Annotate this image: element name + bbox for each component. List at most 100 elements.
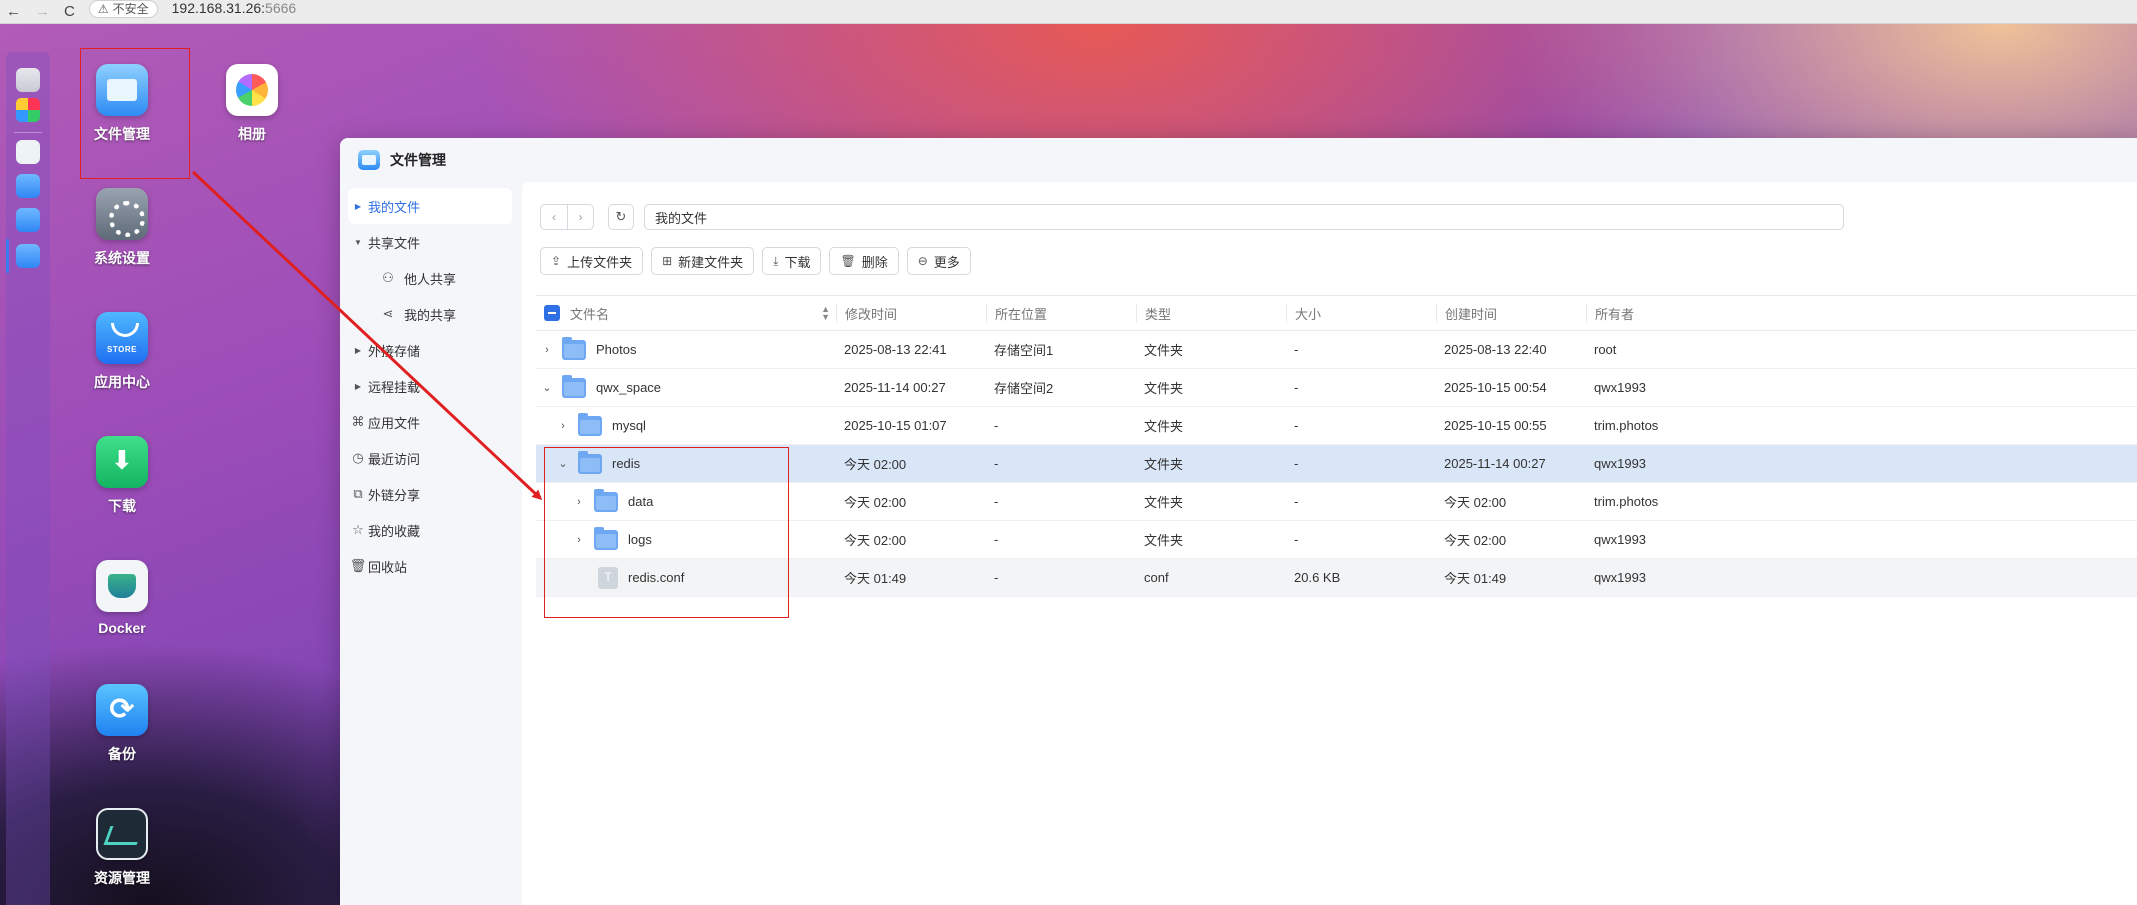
desktop-icon-docker[interactable]: Docker [74,560,170,636]
desktop-icon-label: 下载 [108,498,136,514]
upload-icon: ⇪ [551,254,562,268]
desktop-icon-file-manager[interactable]: 文件管理 [74,64,170,144]
column-header-ctime[interactable]: 创建时间 [1436,303,1586,323]
desktop-icon-label: 应用中心 [94,374,150,390]
desktop-icon-photos[interactable]: 相册 [204,64,300,144]
chevron-right-icon[interactable]: › [572,496,586,508]
sidebar-item-shared-with-me[interactable]: ⚇ 他人共享 [348,260,512,296]
app-grid-icon[interactable] [16,98,40,122]
address-bar[interactable]: 192.168.31.26:5666 [172,0,297,16]
file-list-pane: ‹ › ↻ 我的文件 ⇪ 上传文件夹 ⊞ 新建文件夹 ⤓ 下载 🗑 删除 ⊖ 更多 文件名… [522,182,2137,905]
browser-toolbar: ← → C ⚠ 不安全 192.168.31.26:5666 [0,0,2137,24]
sidebar: ▶ 我的文件 ▼ 共享文件 ⚇ 他人共享 ⋖ 我的共享 ▶ 外接存储 ▶ 远程挂… [340,182,520,905]
refresh-button[interactable]: ↻ [608,204,634,230]
file-name: mysql [612,418,646,433]
table-row[interactable]: › mysql 2025-10-15 01:07 - 文件夹 - 2025-10… [536,407,2137,445]
desktop-icon-label: 系统设置 [94,250,150,266]
chevron-right-icon[interactable]: › [556,420,570,432]
cell-location: 存储空间2 [994,381,1054,396]
desktop-icon-download[interactable]: 下载 [74,436,170,516]
address-host: 192.168.31.26: [171,0,266,16]
back-button[interactable]: ‹ [541,205,567,229]
table-row[interactable]: › Photos 2025-08-13 22:41 存储空间1 文件夹 - 20… [536,331,2137,369]
file-name: logs [628,532,652,547]
column-header-mtime[interactable]: 修改时间 [836,303,986,323]
folder-icon [578,412,602,436]
sidebar-item-external-storage[interactable]: ▶ 外接存储 [348,332,512,368]
sidebar-item-app-files[interactable]: ⌘ 应用文件 [348,404,512,440]
column-header-name[interactable]: 文件名 ▲ ▼ [536,304,836,323]
sidebar-item-favorites[interactable]: ☆ 我的收藏 [348,512,512,548]
cell-type: 文件夹 [1144,419,1184,434]
download-button[interactable]: ⤓ 下载 [762,247,822,275]
chevron-right-icon[interactable]: › [572,534,586,546]
action-toolbar: ⇪ 上传文件夹 ⊞ 新建文件夹 ⤓ 下载 🗑 删除 ⊖ 更多 [540,247,971,275]
desktop-icon-label: 资源管理 [94,870,150,886]
desktop-icon-backup[interactable]: 备份 [74,684,170,764]
sidebar-item-my-shares[interactable]: ⋖ 我的共享 [348,296,512,332]
window-titlebar[interactable]: 文件管理 [340,138,2137,182]
delete-button[interactable]: 🗑 删除 [829,247,899,275]
column-header-location[interactable]: 所在位置 [986,303,1136,323]
folder-icon [562,336,586,360]
table-row[interactable]: ⌄ redis 今天 02:00 - 文件夹 - 2025-11-14 00:2… [536,445,2137,483]
sort-icon[interactable]: ▲ ▼ [821,305,830,322]
chevron-down-icon[interactable]: ⌄ [540,381,554,394]
warning-icon: ⚠ [97,1,109,16]
docker-icon [96,560,148,612]
forward-button[interactable]: › [567,205,593,229]
column-header-size[interactable]: 大小 [1286,303,1436,323]
table-row[interactable]: redis.conf 今天 01:49 - conf 20.6 KB 今天 01… [536,559,2137,597]
table-row[interactable]: › data 今天 02:00 - 文件夹 - 今天 02:00 trim.ph… [536,483,2137,521]
path-text: 我的文件 [655,210,708,226]
upload-folder-button[interactable]: ⇪ 上传文件夹 [540,247,644,275]
table-row[interactable]: › logs 今天 02:00 - 文件夹 - 今天 02:00 qwx1993 [536,521,2137,559]
desktop-icon-label: Docker [98,620,146,636]
download-icon: ⤓ [773,253,779,268]
desktop-icon-label: 相册 [238,126,266,142]
docker-icon[interactable] [16,140,40,164]
sidebar-item-shared-files[interactable]: ▼ 共享文件 [348,224,512,260]
sidebar-item-my-files[interactable]: ▶ 我的文件 [348,188,512,224]
folder-icon[interactable] [16,208,40,232]
more-button[interactable]: ⊖ 更多 [906,247,971,275]
cell-mtime: 2025-08-13 22:41 [844,342,947,357]
column-header-type[interactable]: 类型 [1136,303,1286,323]
sidebar-item-remote-mount[interactable]: ▶ 远程挂载 [348,368,512,404]
taskbar [6,52,50,905]
back-icon[interactable]: ← [6,4,21,19]
sidebar-item-label: 我的共享 [404,307,457,323]
security-indicator[interactable]: ⚠ 不安全 [88,0,158,18]
share-icon: ⋖ [382,306,394,321]
cell-location: - [994,570,999,585]
desktop-icon-resource-monitor[interactable]: 资源管理 [74,808,170,888]
navigation-toolbar: ‹ › ↻ 我的文件 [540,204,1844,230]
sidebar-item-link-shares[interactable]: ⧉ 外链分享 [348,476,512,512]
sidebar-item-recycle-bin[interactable]: 🗑 回收站 [348,548,512,584]
chevron-down-icon[interactable]: ⌄ [556,457,570,470]
forward-icon[interactable]: → [35,4,50,19]
path-breadcrumb[interactable]: 我的文件 [644,204,1844,230]
desktop-icon-label: 备份 [108,746,136,762]
desktop-icon-app-store[interactable]: STORE 应用中心 [74,312,170,392]
folder-icon[interactable] [16,174,40,198]
new-folder-button[interactable]: ⊞ 新建文件夹 [651,247,755,275]
column-header-owner[interactable]: 所有者 [1586,303,1786,323]
button-label: 下载 [784,254,811,270]
button-label: 新建文件夹 [678,254,744,270]
sidebar-item-recent[interactable]: ◷ 最近访问 [348,440,512,476]
users-icon: ⚇ [382,270,394,285]
select-all-checkbox[interactable] [544,305,560,321]
cell-ctime: 2025-10-15 00:55 [1444,418,1547,433]
file-manager-icon[interactable] [16,244,40,268]
folder-icon [562,374,586,398]
table-row[interactable]: ⌄ qwx_space 2025-11-14 00:27 存储空间2 文件夹 -… [536,369,2137,407]
cell-size: - [1294,494,1299,509]
desktop-icon-settings[interactable]: 系统设置 [74,188,170,268]
cell-location: - [994,494,999,509]
cell-ctime: 今天 02:00 [1444,495,1507,510]
monitor-icon[interactable] [16,68,40,92]
chevron-right-icon[interactable]: › [540,344,554,356]
history-nav: ‹ › [540,204,594,230]
reload-icon[interactable]: C [64,4,75,19]
